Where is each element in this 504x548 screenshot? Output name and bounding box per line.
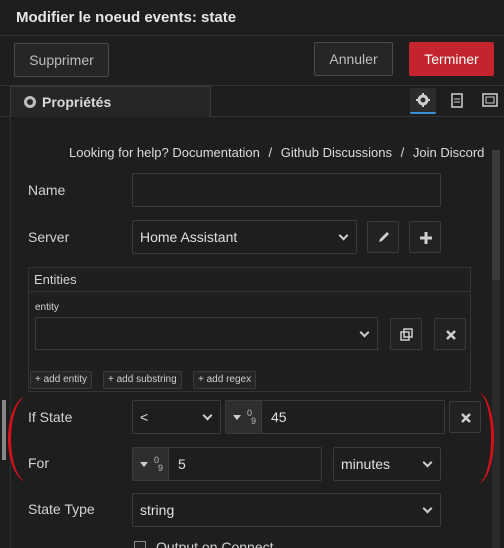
help-prefix: Looking for help? (69, 145, 169, 160)
chevron-down-icon (359, 327, 370, 338)
scrollbar[interactable] (492, 150, 500, 548)
remove-entity-button[interactable] (434, 318, 466, 350)
state-type-select[interactable]: string (132, 493, 441, 527)
for-unit-value: minutes (341, 456, 391, 472)
edit-server-button[interactable] (367, 221, 399, 253)
server-value: Home Assistant (140, 229, 238, 245)
chevron-down-icon (202, 410, 213, 421)
name-label: Name (28, 182, 66, 198)
server-label: Server (28, 229, 70, 245)
pencil-icon (379, 232, 389, 242)
dialog-title: Modifier le noeud events: state (16, 9, 237, 26)
help-separator: / (400, 145, 405, 160)
description-tab-icon[interactable] (444, 88, 470, 114)
done-button[interactable]: Terminer (409, 42, 494, 76)
scrollbar-thumb[interactable] (492, 150, 500, 280)
chevron-down-icon (338, 230, 349, 241)
annotation-bracket-left (8, 396, 48, 482)
cancel-button[interactable]: Annuler (314, 42, 393, 76)
action-bar: Supprimer Annuler Terminer (0, 36, 504, 86)
dialog-header: Modifier le noeud events: state (0, 0, 504, 36)
type-selector[interactable]: 09 (133, 448, 169, 480)
delete-button[interactable]: Supprimer (14, 43, 109, 77)
tab-properties[interactable]: Propriétés (10, 86, 211, 117)
state-type-label: State Type (28, 501, 95, 517)
operator-value: < (140, 409, 149, 425)
plus-icon (420, 232, 432, 244)
settings-tab-icon[interactable] (410, 88, 436, 114)
if-state-value-input[interactable]: 09 45 (225, 400, 445, 434)
entities-title: Entities (34, 272, 77, 287)
server-select[interactable]: Home Assistant (132, 220, 357, 254)
tab-bar: Propriétés (0, 86, 504, 117)
add-entity-button[interactable]: + add entity (30, 371, 92, 389)
copy-icon (400, 328, 413, 341)
github-discussions-link[interactable]: Github Discussions (281, 145, 392, 160)
number-type-icon: 09 (154, 455, 164, 473)
entity-sublabel: entity (35, 302, 59, 313)
chevron-down-icon (422, 457, 433, 468)
copy-entity-button[interactable] (390, 318, 422, 350)
entity-select[interactable] (35, 317, 378, 350)
tab-properties-label: Propriétés (42, 94, 112, 110)
add-regex-button[interactable]: + add regex (193, 371, 257, 389)
chevron-down-icon (422, 503, 433, 514)
if-state-operator-select[interactable]: < (132, 400, 221, 434)
number-type-icon: 09 (247, 408, 257, 426)
help-line: Looking for help? Documentation / Github… (69, 145, 484, 160)
output-on-connect-label: Output on Connect (156, 539, 274, 548)
appearance-tab-icon[interactable] (477, 88, 503, 114)
documentation-link[interactable]: Documentation (172, 145, 259, 160)
close-icon (446, 330, 456, 340)
help-separator: / (268, 145, 273, 160)
annotation-bracket-right (460, 392, 494, 484)
add-substring-button[interactable]: + add substring (103, 371, 182, 389)
add-server-button[interactable] (409, 221, 441, 253)
caret-down-icon (233, 415, 241, 420)
for-unit-select[interactable]: minutes (333, 447, 441, 481)
if-state-value: 45 (271, 409, 287, 425)
gear-icon (24, 96, 36, 108)
for-value: 5 (178, 456, 186, 472)
output-on-connect-checkbox[interactable] (134, 541, 146, 548)
side-marker (2, 400, 6, 460)
state-type-value: string (140, 502, 175, 518)
divider (29, 291, 470, 292)
caret-down-icon (140, 462, 148, 467)
for-value-input[interactable]: 09 5 (132, 447, 322, 481)
type-selector[interactable]: 09 (226, 401, 262, 433)
join-discord-link[interactable]: Join Discord (413, 145, 485, 160)
name-input[interactable] (132, 173, 441, 207)
